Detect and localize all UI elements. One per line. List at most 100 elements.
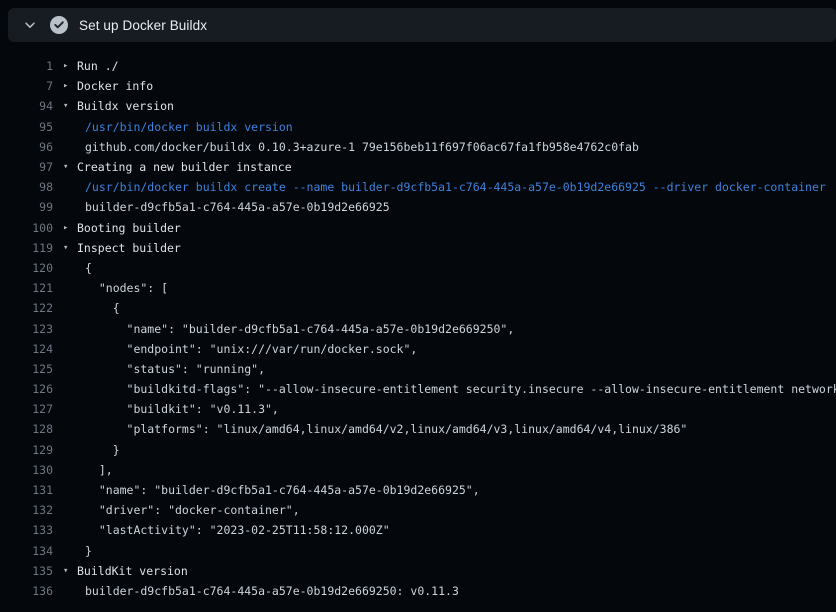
log-line-content: builder-d9cfb5a1-c764-445a-a57e-0b19d2e6… [53,584,459,598]
log-line-content: ▾Inspect builder [53,241,181,255]
chevron-down-icon[interactable] [22,17,38,33]
log-line[interactable]: 100▸Booting builder [0,218,836,238]
log-line: 125 "status": "running", [0,359,836,379]
log-line[interactable]: 97 ▾Creating a new builder instance [0,157,836,177]
command-text: /usr/bin/docker buildx version [85,120,293,134]
chevron-down-icon[interactable]: ▾ [63,162,77,172]
log-line: 123 "name": "builder-d9cfb5a1-c764-445a-… [0,318,836,338]
log-line: 127 "buildkit": "v0.11.3", [0,399,836,419]
chevron-right-icon[interactable]: ▸ [63,223,77,233]
log-line: 120 { [0,258,836,278]
line-number-link[interactable]: 127 [0,402,53,416]
log-line: 136 builder-d9cfb5a1-c764-445a-a57e-0b19d… [0,581,836,601]
group-title[interactable]: Creating a new builder instance [77,160,292,174]
line-number-link[interactable]: 1 [0,59,53,73]
line-number-link[interactable]: 96 [0,140,53,154]
line-number-link[interactable]: 119 [0,241,53,255]
group-title[interactable]: Docker info [77,79,153,93]
line-number-link[interactable]: 132 [0,503,53,517]
line-number-link[interactable]: 121 [0,281,53,295]
log-line-content: github.com/docker/buildx 0.10.3+azure-1 … [53,140,639,154]
log-line-content: { [53,261,92,275]
output-text: "name": "builder-d9cfb5a1-c764-445a-a57e… [85,322,514,336]
log-line[interactable]: 1 ▸Run ./ [0,56,836,76]
line-number-link[interactable]: 126 [0,382,53,396]
log-line: 134} [0,541,836,561]
log-line[interactable]: 135▾BuildKit version [0,561,836,581]
log-line: 124 "endpoint": "unix:///var/run/docker.… [0,339,836,359]
log-line-content: "status": "running", [53,362,265,376]
log-line: 126 "buildkitd-flags": "--allow-insecure… [0,379,836,399]
log-line-content: "driver": "docker-container", [53,503,300,517]
line-number-link[interactable]: 94 [0,99,53,113]
line-number-link[interactable]: 120 [0,261,53,275]
group-title[interactable]: Booting builder [77,221,181,235]
log-line-content: /usr/bin/docker buildx create --name bui… [53,180,826,194]
log-line: 98/usr/bin/docker buildx create --name b… [0,177,836,197]
log-line: 131 "name": "builder-d9cfb5a1-c764-445a-… [0,480,836,500]
chevron-down-icon[interactable]: ▾ [63,243,77,253]
output-text: "name": "builder-d9cfb5a1-c764-445a-a57e… [85,483,480,497]
log-line: 121 "nodes": [ [0,278,836,298]
output-text: "buildkitd-flags": "--allow-insecure-ent… [85,382,836,396]
line-number-link[interactable]: 97 [0,160,53,174]
line-number-link[interactable]: 123 [0,322,53,336]
line-number-link[interactable]: 124 [0,342,53,356]
line-number-link[interactable]: 131 [0,483,53,497]
output-text: } [85,544,92,558]
log-line-content: ▾BuildKit version [53,564,188,578]
line-number-link[interactable]: 95 [0,120,53,134]
chevron-right-icon[interactable]: ▸ [63,61,77,71]
line-number-link[interactable]: 129 [0,443,53,457]
log-line-content: /usr/bin/docker buildx version [53,120,293,134]
group-title[interactable]: Buildx version [77,99,174,113]
log-line[interactable]: 94 ▾Buildx version [0,96,836,116]
line-number-link[interactable]: 135 [0,564,53,578]
output-text: ], [85,463,113,477]
line-number-link[interactable]: 136 [0,584,53,598]
log-line-content: ▸Booting builder [53,221,181,235]
output-text: } [85,443,120,457]
chevron-right-icon[interactable]: ▸ [63,81,77,91]
group-title[interactable]: Run ./ [77,59,119,73]
log-line-content: "buildkit": "v0.11.3", [53,402,279,416]
log-line[interactable]: 7 ▸Docker info [0,76,836,96]
log-line-content: builder-d9cfb5a1-c764-445a-a57e-0b19d2e6… [53,200,390,214]
line-number-link[interactable]: 99 [0,200,53,214]
line-number-link[interactable]: 7 [0,79,53,93]
log-line: 96github.com/docker/buildx 0.10.3+azure-… [0,137,836,157]
line-number-link[interactable]: 130 [0,463,53,477]
line-number-link[interactable]: 122 [0,301,53,315]
group-title[interactable]: BuildKit version [77,564,188,578]
log-line: 129 } [0,440,836,460]
log-line: 132 "driver": "docker-container", [0,500,836,520]
log-line: 133 "lastActivity": "2023-02-25T11:58:12… [0,520,836,540]
line-number-link[interactable]: 125 [0,362,53,376]
line-number-link[interactable]: 134 [0,544,53,558]
log-line-content: } [53,443,120,457]
output-text: { [85,301,120,315]
log-line-content: "name": "builder-d9cfb5a1-c764-445a-a57e… [53,483,480,497]
line-number-link[interactable]: 100 [0,221,53,235]
log-line-content: "nodes": [ [53,281,168,295]
chevron-down-icon[interactable]: ▾ [63,101,77,111]
step-header[interactable]: Set up Docker Buildx [8,8,836,42]
step-title: Set up Docker Buildx [79,18,207,33]
log-line-content: "platforms": "linux/amd64,linux/amd64/v2… [53,422,687,436]
log-line: 122 { [0,298,836,318]
log-line: 95/usr/bin/docker buildx version [0,117,836,137]
chevron-down-icon[interactable]: ▾ [63,566,77,576]
log-line-content: "buildkitd-flags": "--allow-insecure-ent… [53,382,836,396]
output-text: "platforms": "linux/amd64,linux/amd64/v2… [85,422,687,436]
output-text: "driver": "docker-container", [85,503,300,517]
output-text: builder-d9cfb5a1-c764-445a-a57e-0b19d2e6… [85,200,390,214]
output-text: builder-d9cfb5a1-c764-445a-a57e-0b19d2e6… [85,584,459,598]
output-text: "nodes": [ [85,281,168,295]
line-number-link[interactable]: 98 [0,180,53,194]
group-title[interactable]: Inspect builder [77,241,181,255]
line-number-link[interactable]: 128 [0,422,53,436]
output-text: { [85,261,92,275]
line-number-link[interactable]: 133 [0,523,53,537]
log-line[interactable]: 119▾Inspect builder [0,238,836,258]
command-text: /usr/bin/docker buildx create --name bui… [85,180,826,194]
